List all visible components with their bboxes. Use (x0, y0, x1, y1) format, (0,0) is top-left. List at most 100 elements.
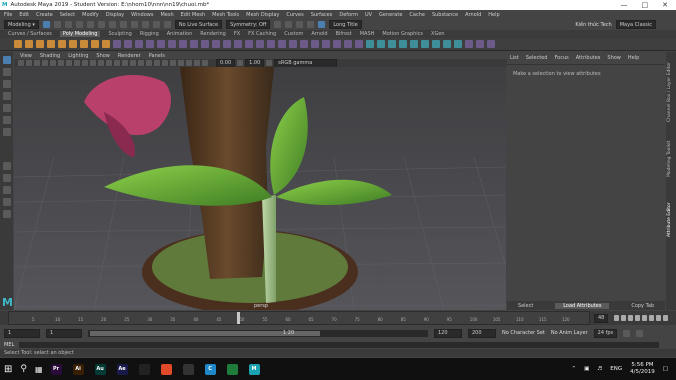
step-back-key-icon[interactable] (621, 315, 627, 321)
side-by-side-icon[interactable] (2, 186, 11, 194)
poly-cone-icon[interactable] (47, 40, 55, 48)
menu-arnold[interactable]: Arnold (465, 12, 481, 18)
smooth-icon[interactable] (157, 40, 165, 48)
search-icon[interactable]: ⚲ (20, 364, 27, 374)
graph-layout-icon[interactable] (2, 210, 11, 218)
attr-menu-selected[interactable]: Selected (526, 55, 548, 61)
camera-icon[interactable] (18, 60, 24, 66)
auto-key-icon[interactable] (623, 329, 631, 337)
xray-components-icon[interactable] (202, 60, 208, 66)
remesh-icon[interactable] (179, 40, 187, 48)
xray-icon[interactable] (186, 60, 192, 66)
wireframe-icon[interactable] (106, 60, 112, 66)
shelf-tab-arnold[interactable]: Arnold (311, 31, 327, 37)
side-tab-modeling-toolkit[interactable]: Modeling Toolkit (667, 127, 675, 177)
viewport-menu-renderer[interactable]: Renderer (118, 53, 141, 59)
attr-menu-focus[interactable]: Focus (554, 55, 568, 61)
menu-curves[interactable]: Curves (286, 12, 303, 18)
menu-create[interactable]: Create (36, 12, 53, 18)
image-plane-icon[interactable] (42, 60, 48, 66)
character-set-label[interactable]: No Character Set (502, 330, 545, 336)
go-to-end-icon[interactable] (663, 315, 669, 321)
viewport-menu-show[interactable]: Show (96, 53, 110, 59)
menu-select[interactable]: Select (60, 12, 75, 18)
side-tab-attribute-editor[interactable]: Attribute Editor (667, 182, 675, 237)
freeze-transform-icon[interactable] (476, 40, 484, 48)
language-label[interactable]: ENG (610, 366, 622, 372)
menu-generate[interactable]: Generate (379, 12, 402, 18)
load-attributes-button[interactable]: Load Attributes (555, 302, 610, 309)
ambient-occlusion-icon[interactable] (154, 60, 160, 66)
four-view-icon[interactable] (2, 174, 11, 182)
taskbar-app-6[interactable] (182, 363, 194, 375)
resolution-gate-icon[interactable] (66, 60, 72, 66)
select-button[interactable]: Select (518, 303, 533, 309)
retopo-icon[interactable] (190, 40, 198, 48)
render-settings-icon[interactable] (296, 21, 304, 28)
insert-loop-icon[interactable] (278, 40, 286, 48)
command-input[interactable] (19, 342, 660, 348)
undo-icon[interactable] (75, 21, 83, 28)
open-scene-icon[interactable] (53, 21, 61, 28)
fill-hole-icon[interactable] (300, 40, 308, 48)
menu-mesh-display[interactable]: Mesh Display (246, 12, 279, 18)
taskbar-app-9[interactable]: M (248, 363, 260, 375)
menu-deform[interactable]: Deform (339, 12, 358, 18)
menu-mesh[interactable]: Mesh (160, 12, 173, 18)
gate-mask-icon[interactable] (74, 60, 80, 66)
safe-action-icon[interactable] (90, 60, 96, 66)
super-shape-icon[interactable] (113, 40, 121, 48)
last-tool-icon[interactable] (2, 128, 11, 136)
offset-loop-icon[interactable] (289, 40, 297, 48)
symmetry-dropdown[interactable]: Symmetry: Off (226, 20, 271, 29)
snap-grid-icon[interactable] (130, 21, 138, 28)
menu-edit-mesh[interactable]: Edit Mesh (181, 12, 205, 18)
redo-icon[interactable] (86, 21, 94, 28)
workspace-icon[interactable] (318, 21, 326, 28)
shelf-tab-custom[interactable]: Custom (284, 31, 303, 37)
boolean-icon[interactable] (168, 40, 176, 48)
anim-prefs-icon[interactable] (636, 329, 644, 337)
multi-cut-icon[interactable] (234, 40, 242, 48)
paint-select-icon[interactable] (2, 80, 11, 88)
viewport-menu-shading[interactable]: Shading (40, 53, 60, 59)
new-scene-icon[interactable] (42, 21, 50, 28)
quad-draw-icon[interactable] (267, 40, 275, 48)
shelf-tab-motion-graphics[interactable]: Motion Graphics (382, 31, 423, 37)
cylindrical-map-icon[interactable] (388, 40, 396, 48)
taskbar-app-0[interactable]: Pr (50, 363, 62, 375)
maximize-button[interactable]: □ (642, 1, 649, 9)
poly-plane-icon[interactable] (69, 40, 77, 48)
cut-uv-icon[interactable] (454, 40, 462, 48)
shelf-tab-sculpting[interactable]: Sculpting (108, 31, 131, 37)
separate-icon[interactable] (135, 40, 143, 48)
poly-cylinder-icon[interactable] (36, 40, 44, 48)
viewport-menu-panels[interactable]: Panels (149, 53, 165, 59)
shelf-tab-fx-caching[interactable]: FX Caching (248, 31, 276, 37)
menu-help[interactable]: Help (488, 12, 499, 18)
extrude-icon[interactable] (201, 40, 209, 48)
poly-pipe-icon[interactable] (102, 40, 110, 48)
film-gate-icon[interactable] (58, 60, 64, 66)
wireframe-on-shaded-icon[interactable] (122, 60, 128, 66)
attr-menu-list[interactable]: List (510, 55, 519, 61)
fps-dropdown[interactable]: 24 fps (593, 328, 618, 338)
use-lights-icon[interactable] (138, 60, 144, 66)
volume-icon[interactable]: ♬ (597, 366, 602, 372)
step-forward-frame-icon[interactable] (649, 315, 655, 321)
taskbar-app-8[interactable] (226, 363, 238, 375)
bridge-icon[interactable] (212, 40, 220, 48)
step-forward-key-icon[interactable] (656, 315, 662, 321)
delete-history-icon[interactable] (465, 40, 473, 48)
snap-point-icon[interactable] (152, 21, 160, 28)
taskbar-app-3[interactable]: Ae (116, 363, 128, 375)
taskbar-app-1[interactable]: Ai (72, 363, 84, 375)
move-tool-icon[interactable] (2, 92, 11, 100)
menu-edit[interactable]: Edit (19, 12, 29, 18)
menu-windows[interactable]: Windows (131, 12, 153, 18)
scale-tool-icon[interactable] (2, 116, 11, 124)
snap-view-icon[interactable] (163, 21, 171, 28)
poly-sphere-icon[interactable] (14, 40, 22, 48)
rotate-tool-icon[interactable] (2, 104, 11, 112)
smooth-shade-icon[interactable] (114, 60, 120, 66)
